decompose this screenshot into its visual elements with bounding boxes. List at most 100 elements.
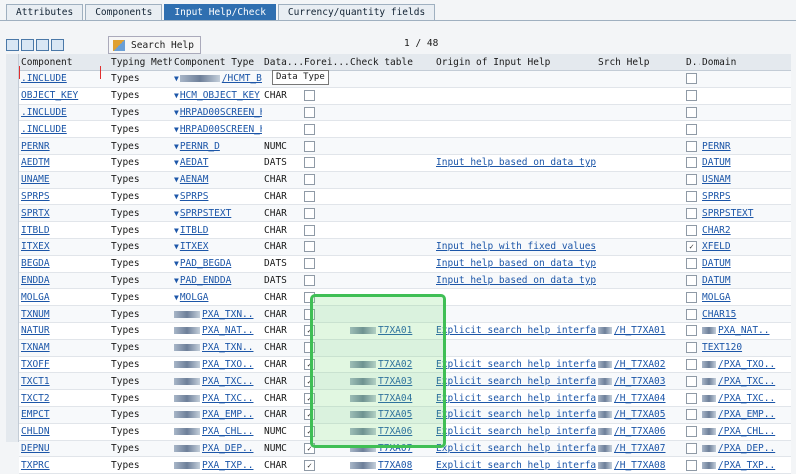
foreign-key-checkbox[interactable]: ✓ [304,426,315,438]
component-type[interactable]: HRPAD00SCREEN_H.. [180,107,262,118]
component-name[interactable]: TXOFF [21,359,50,370]
typing-dropdown-icon[interactable]: ▼ [174,125,179,134]
table-row[interactable]: .INCLUDE Types ▼HRPAD00SCREEN_H.. [19,104,791,122]
component-name[interactable]: TXCT1 [21,376,50,387]
tab-currency-quantity-fields[interactable]: Currency/quantity fields [277,4,436,20]
component-name[interactable]: CHLDN [21,426,50,437]
component-type[interactable]: PXA_TXC.. [202,393,253,404]
domain[interactable]: XFELD [702,241,731,252]
typing-dropdown-icon[interactable]: ▼ [174,293,179,302]
domain[interactable]: SPRPS [702,191,731,202]
col-header-data-type[interactable]: Data... [262,57,302,68]
component-name[interactable]: ITBLD [21,225,50,236]
default-checkbox[interactable] [686,459,697,471]
domain[interactable]: PXA_NAT.. [718,325,769,336]
search-help[interactable]: /H_T7XA06 [614,426,665,437]
table-row[interactable]: TXCT2 Types PXA_TXC.. CHAR ✓ T7XA04 Explicit s… [19,390,791,407]
check-table[interactable]: T7XA01 [378,325,412,336]
default-checkbox[interactable] [686,174,697,186]
domain[interactable]: /PXA_TXP.. [718,460,775,471]
default-checkbox[interactable] [686,325,697,337]
typing-dropdown-icon[interactable]: ▼ [174,108,179,117]
component-type[interactable]: HCM_OBJECT_KEY [180,90,260,101]
component-name[interactable]: PERNR [21,141,50,152]
component-type[interactable]: AENAM [180,174,209,185]
table-row[interactable]: PERNR Types ▼PERNR_D NUMC PERNR [19,138,791,155]
table-row[interactable]: OBJECT_KEY Types ▼HCM_OBJECT_KEY CHAR [19,87,791,105]
foreign-key-checkbox[interactable] [304,308,315,320]
col-header-component-type[interactable]: Component Type [172,57,262,68]
component-type[interactable]: SPRPS [180,191,209,202]
table-row[interactable]: SPRTX Types ▼SPRPSTEXT CHAR SPRPSTEXT [19,205,791,223]
tab-components[interactable]: Components [85,4,163,20]
filter-icon[interactable] [51,38,64,51]
component-name[interactable]: NATUR [21,325,50,336]
domain[interactable]: /PXA_TXO.. [718,359,775,370]
component-name[interactable]: OBJECT_KEY [21,90,78,101]
foreign-key-checkbox[interactable]: ✓ [304,459,315,471]
default-checkbox[interactable] [686,90,697,102]
col-header-foreign-key[interactable]: Forei... [302,57,348,68]
domain[interactable]: DATUM [702,258,731,269]
domain[interactable]: DATUM [702,157,731,168]
component-type[interactable]: PXA_NAT.. [202,325,253,336]
foreign-key-checkbox[interactable] [304,342,315,354]
foreign-key-checkbox[interactable] [304,106,315,118]
col-header-origin-input-help[interactable]: Origin of Input Help [434,57,596,68]
component-type[interactable]: PXA_TXN.. [202,342,253,353]
foreign-key-checkbox[interactable] [304,123,315,135]
origin-input-help[interactable]: Explicit search help interfac.. [436,426,596,437]
origin-input-help[interactable]: Explicit search help interfac.. [436,460,596,471]
table-row[interactable]: BEGDA Types ▼PAD_BEGDA DATS Input help based… [19,255,791,273]
foreign-key-checkbox[interactable] [304,207,315,219]
typing-dropdown-icon[interactable]: ▼ [174,175,179,184]
typing-dropdown-icon[interactable]: ▼ [174,209,179,218]
foreign-key-checkbox[interactable] [304,157,315,169]
component-type[interactable]: PXA_TXN.. [202,309,253,320]
row-selector-column[interactable] [6,54,19,442]
search-help[interactable]: /H_T7XA02 [614,359,665,370]
foreign-key-checkbox[interactable] [304,274,315,286]
col-header-typing-method[interactable]: Typing Method [109,57,172,68]
default-checkbox[interactable] [686,308,697,320]
component-type[interactable]: PXA_EMP.. [202,409,253,420]
check-table[interactable]: T7XA05 [378,409,412,420]
component-name[interactable]: EMPCT [21,409,50,420]
search-help[interactable]: /H_T7XA05 [614,409,665,420]
table-row[interactable]: ENDDA Types ▼PAD_ENDDA DATS Input help based… [19,272,791,290]
foreign-key-checkbox[interactable] [304,140,315,152]
col-header-check-table[interactable]: Check table [348,57,434,68]
default-checkbox[interactable] [686,291,697,303]
table-row[interactable]: NATUR Types PXA_NAT.. CHAR ✓ T7XA01 Explicit s… [19,322,791,340]
default-checkbox[interactable] [686,207,697,219]
component-name[interactable]: AEDTM [21,157,50,168]
default-checkbox[interactable] [686,140,697,152]
default-checkbox[interactable] [686,392,697,404]
typing-dropdown-icon[interactable]: ▼ [174,276,179,285]
component-type[interactable]: PAD_ENDDA [180,275,231,286]
check-table[interactable]: T7XA04 [378,393,412,404]
copy-rows-icon[interactable] [21,38,34,51]
component-name[interactable]: TXNUM [21,309,50,320]
component-name[interactable]: TXCT2 [21,393,50,404]
foreign-key-checkbox[interactable] [304,258,315,270]
search-help[interactable]: /H_T7XA04 [614,393,665,404]
check-table[interactable]: T7XA06 [378,426,412,437]
domain[interactable]: CHAR15 [702,309,736,320]
component-name[interactable]: SPRTX [21,208,50,219]
typing-dropdown-icon[interactable]: ▼ [174,242,179,251]
origin-input-help[interactable]: Explicit search help interfac.. [436,376,596,387]
foreign-key-checkbox[interactable] [304,190,315,202]
default-checkbox[interactable]: ✓ [686,241,697,253]
foreign-key-checkbox[interactable]: ✓ [304,392,315,404]
domain[interactable]: PERNR [702,141,731,152]
domain[interactable]: CHAR2 [702,225,731,236]
foreign-key-checkbox[interactable]: ✓ [304,375,315,387]
table-row[interactable]: MOLGA Types ▼MOLGA CHAR MOLGA [19,289,791,307]
default-checkbox[interactable] [686,258,697,270]
check-table[interactable]: T7XA03 [378,376,412,387]
domain[interactable]: /PXA_TXC.. [718,376,775,387]
col-header-default[interactable]: D.. [684,57,700,68]
foreign-key-checkbox[interactable] [304,291,315,303]
typing-dropdown-icon[interactable]: ▼ [174,192,179,201]
